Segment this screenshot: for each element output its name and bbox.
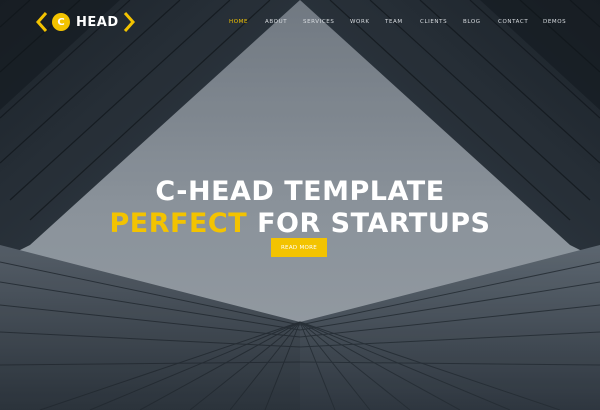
- nav-item-home[interactable]: HOME: [229, 19, 248, 25]
- nav-item-services[interactable]: SERVICES: [303, 19, 334, 25]
- main-menu: HOME ABOUT SERVICES WORK TEAM CLIENTS BL…: [0, 19, 600, 29]
- top-navbar: C HEAD HOME ABOUT SERVICES WORK TEAM CLI…: [0, 0, 600, 46]
- nav-item-contact[interactable]: CONTACT: [498, 19, 528, 25]
- hero-title-rest: FOR STARTUPS: [247, 208, 491, 240]
- nav-item-clients[interactable]: CLIENTS: [420, 19, 447, 25]
- nav-item-blog[interactable]: BLOG: [463, 19, 481, 25]
- hero-title-line-1: C-HEAD TEMPLATE: [155, 176, 445, 208]
- nav-item-team[interactable]: TEAM: [385, 19, 403, 25]
- nav-item-work[interactable]: WORK: [350, 19, 370, 25]
- hero-title-accent: PERFECT: [109, 208, 248, 240]
- nav-item-demos[interactable]: DEMOS: [543, 19, 566, 25]
- nav-item-about[interactable]: ABOUT: [265, 19, 287, 25]
- read-more-button[interactable]: READ MORE: [271, 238, 327, 257]
- hero-section: C HEAD HOME ABOUT SERVICES WORK TEAM CLI…: [0, 0, 600, 410]
- hero-title-line-2: PERFECT FOR STARTUPS: [0, 208, 600, 239]
